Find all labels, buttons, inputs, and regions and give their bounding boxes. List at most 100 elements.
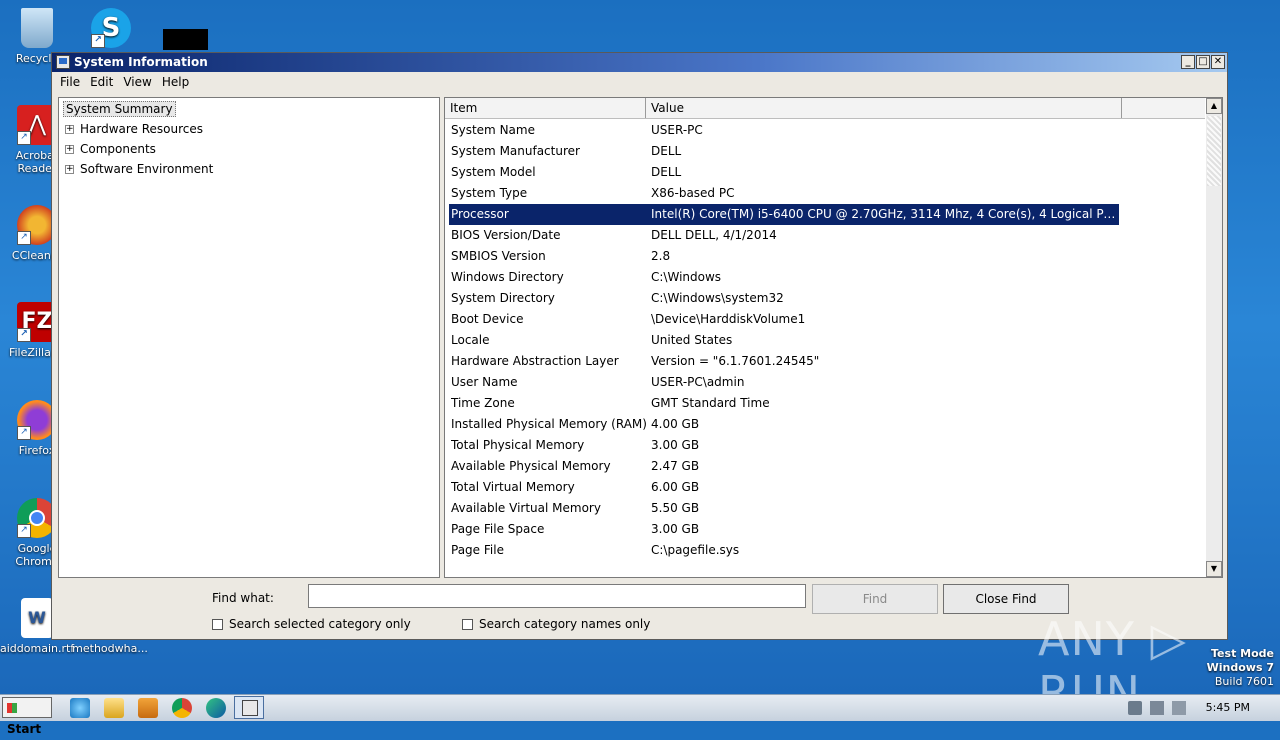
media-player-icon[interactable] [138,698,158,718]
menu-view[interactable]: View [119,75,157,89]
taskbar: Start 5:45 PM [0,694,1280,736]
clock[interactable]: 5:45 PM [1206,701,1250,714]
network-icon[interactable] [1150,701,1164,715]
row-item: Page File Space [451,522,545,536]
table-row[interactable]: System Model DELL [449,162,1119,183]
expand-icon[interactable]: + [65,125,74,134]
table-row[interactable]: Total Virtual Memory 6.00 GB [449,477,1119,498]
details-list: Item Value System Name USER-PC System Manu… [444,97,1223,578]
row-item: Locale [451,333,490,347]
row-item: Windows Directory [451,270,564,284]
table-row[interactable]: System Directory C:\Windows\system32 [449,288,1119,309]
search-selected-category-checkbox[interactable]: Search selected category only [212,617,411,631]
system-info-taskbar-button[interactable] [234,696,264,719]
black-rectangle [163,29,208,50]
scroll-thumb[interactable] [1207,116,1221,186]
tree-item-system-summary[interactable]: System Summary [63,101,176,117]
column-header-value[interactable]: Value [646,98,1122,118]
find-what-input[interactable] [308,584,806,608]
menu-file[interactable]: File [56,75,86,89]
table-row[interactable]: Locale United States [449,330,1119,351]
row-item: System Directory [451,291,555,305]
checkbox-box[interactable] [212,618,223,630]
row-item: SMBIOS Version [451,249,546,263]
table-row[interactable]: Installed Physical Memory (RAM) 4.00 GB [449,414,1119,435]
tree-item-components[interactable]: + Components [65,142,156,156]
menu-edit[interactable]: Edit [86,75,119,89]
row-value: DELL DELL, 4/1/2014 [651,228,777,242]
table-row[interactable]: Time Zone GMT Standard Time [449,393,1119,414]
row-item: Total Physical Memory [451,438,585,452]
table-row[interactable]: BIOS Version/Date DELL DELL, 4/1/2014 [449,225,1119,246]
table-row[interactable]: Page File C:\pagefile.sys [449,540,1119,561]
row-value: United States [651,333,733,347]
row-value: Version = "6.1.7601.24545" [651,354,820,368]
desktop-icon-skype[interactable]: S ↗ [76,8,146,52]
find-button[interactable]: Find [812,584,938,614]
table-row[interactable]: Windows Directory C:\Windows [449,267,1119,288]
word-doc-icon: W [21,598,53,638]
row-item: Processor [451,207,509,221]
table-row[interactable]: Total Physical Memory 3.00 GB [449,435,1119,456]
row-value: C:\Windows\system32 [651,291,784,305]
table-row[interactable]: Hardware Abstraction Layer Version = "6.1… [449,351,1119,372]
action-center-flag-icon[interactable] [1172,701,1186,715]
search-category-names-checkbox[interactable]: Search category names only [462,617,650,631]
menu-help[interactable]: Help [158,75,195,89]
window-title: System Information [74,55,208,69]
volume-icon[interactable] [1128,701,1142,715]
close-find-button[interactable]: Close Find [943,584,1069,614]
system-tray: 5:45 PM [1120,695,1280,721]
desktop-icon-methodwha[interactable]: methodwha... [72,642,148,655]
category-tree: System Summary + Hardware Resources + Comp… [58,97,440,578]
row-item: User Name [451,375,518,389]
chrome-taskbar-icon[interactable] [172,698,192,718]
table-row[interactable]: System Name USER-PC [449,120,1119,141]
row-item: System Name [451,123,535,137]
edge-icon[interactable] [206,698,226,718]
row-item: Time Zone [451,396,515,410]
table-row[interactable]: Page File Space 3.00 GB [449,519,1119,540]
system-info-icon [56,55,70,69]
explorer-icon[interactable] [104,698,124,718]
ie-icon[interactable] [70,698,90,718]
vertical-scrollbar[interactable]: ▲ ▼ [1206,98,1222,577]
close-button[interactable]: ✕ [1211,55,1225,69]
row-item: Page File [451,543,504,557]
maximize-button[interactable]: □ [1196,55,1210,69]
table-row[interactable]: Boot Device \Device\HarddiskVolume1 [449,309,1119,330]
tree-item-hardware-resources[interactable]: + Hardware Resources [65,122,203,136]
skype-icon: S ↗ [91,8,131,48]
row-item: Available Physical Memory [451,459,611,473]
row-value: 3.00 GB [651,522,700,536]
system-information-window: System Information _ □ ✕ File Edit View … [51,52,1228,640]
table-row[interactable]: System Type X86-based PC [449,183,1119,204]
scroll-up-icon[interactable]: ▲ [1206,98,1222,114]
table-row[interactable]: System Manufacturer DELL [449,141,1119,162]
system-info-icon [242,700,258,716]
expand-icon[interactable]: + [65,145,74,154]
table-row[interactable]: Available Virtual Memory 5.50 GB [449,498,1119,519]
row-value: C:\pagefile.sys [651,543,740,557]
tree-item-software-environment[interactable]: + Software Environment [65,162,213,176]
recycle-bin-icon [21,8,53,48]
checkbox-box[interactable] [462,618,473,630]
menu-bar: File Edit View Help [52,72,1227,92]
row-value: 2.47 GB [651,459,700,473]
table-row[interactable]: Processor Intel(R) Core(TM) i5-6400 CPU @… [449,204,1119,225]
column-header-item[interactable]: Item [445,98,646,118]
list-header: Item Value [445,98,1205,119]
scroll-down-icon[interactable]: ▼ [1206,561,1222,577]
table-row[interactable]: User Name USER-PC\admin [449,372,1119,393]
expand-icon[interactable]: + [65,165,74,174]
table-row[interactable]: SMBIOS Version 2.8 [449,246,1119,267]
title-bar[interactable]: System Information _ □ ✕ [52,53,1227,72]
minimize-button[interactable]: _ [1181,55,1195,69]
table-row[interactable]: Available Physical Memory 2.47 GB [449,456,1119,477]
row-value: 4.00 GB [651,417,700,431]
row-item: Hardware Abstraction Layer [451,354,619,368]
row-value: USER-PC [651,123,703,137]
row-value: DELL [651,144,682,158]
start-button[interactable]: Start [2,697,52,736]
test-mode-text: Test Mode Windows 7 Build 7601 [1206,647,1274,688]
